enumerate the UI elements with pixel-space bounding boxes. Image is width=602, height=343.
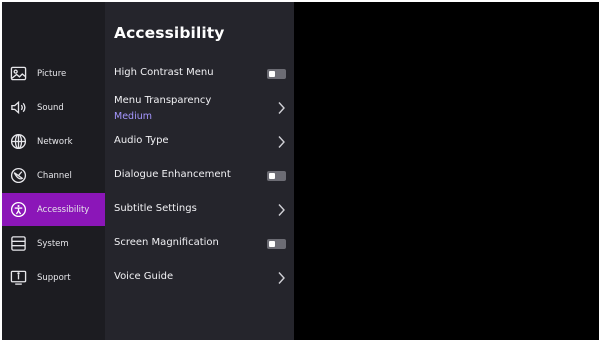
sidebar-item-label: Support (37, 272, 71, 283)
row-label: Audio Type (114, 135, 169, 146)
chevron-right-icon (278, 102, 285, 114)
speaker-icon (9, 99, 27, 117)
audio-type-row[interactable]: Audio Type (105, 125, 294, 159)
support-icon (9, 269, 27, 287)
sidebar-item-picture[interactable]: Picture (2, 57, 105, 90)
row-label: Screen Magnification (114, 237, 219, 248)
page-title: Accessibility (114, 24, 225, 42)
chevron-right-icon (278, 272, 285, 284)
sidebar-item-sound[interactable]: Sound (2, 91, 105, 124)
sidebar-item-system[interactable]: System (2, 227, 105, 260)
tv-preview-area (294, 2, 599, 340)
dialogue-enhancement-toggle[interactable] (267, 171, 286, 181)
sidebar-item-label: Accessibility (37, 204, 90, 215)
row-label: Subtitle Settings (114, 203, 197, 214)
tv-screen: Picture Sound Network Channel Accessibil… (2, 2, 599, 340)
sidebar-item-label: Picture (37, 68, 67, 79)
satellite-icon (9, 167, 27, 185)
sidebar-item-support[interactable]: Support (2, 261, 105, 294)
sidebar-item-label: Sound (37, 102, 64, 113)
screen-magnification-toggle[interactable] (267, 239, 286, 249)
sidebar-item-label: Channel (37, 170, 72, 181)
row-label: Voice Guide (114, 271, 174, 282)
settings-panel: Accessibility High Contrast Menu Menu Tr… (105, 2, 294, 340)
row-label: Dialogue Enhancement (114, 169, 231, 180)
accessibility-icon (9, 201, 27, 219)
sidebar-item-network[interactable]: Network (2, 125, 105, 158)
dialogue-enhancement-row[interactable]: Dialogue Enhancement (105, 159, 294, 193)
settings-sidebar: Picture Sound Network Channel Accessibil… (2, 2, 105, 340)
menu-transparency-row[interactable]: Menu Transparency Medium (105, 91, 294, 125)
chevron-right-icon (278, 136, 285, 148)
chevron-right-icon (278, 204, 285, 216)
globe-icon (9, 133, 27, 151)
sidebar-item-accessibility[interactable]: Accessibility (2, 193, 105, 226)
row-label: High Contrast Menu (114, 67, 214, 78)
row-value: Medium (114, 111, 152, 122)
row-label: Menu Transparency (114, 95, 212, 106)
voice-guide-row[interactable]: Voice Guide (105, 261, 294, 295)
high-contrast-menu-toggle[interactable] (267, 69, 286, 79)
picture-icon (9, 65, 27, 83)
screen-magnification-row[interactable]: Screen Magnification (105, 227, 294, 261)
sidebar-item-label: Network (37, 136, 73, 147)
subtitle-settings-row[interactable]: Subtitle Settings (105, 193, 294, 227)
system-icon (9, 235, 27, 253)
high-contrast-menu-row[interactable]: High Contrast Menu (105, 57, 294, 91)
sidebar-item-channel[interactable]: Channel (2, 159, 105, 192)
sidebar-item-label: System (37, 238, 69, 249)
